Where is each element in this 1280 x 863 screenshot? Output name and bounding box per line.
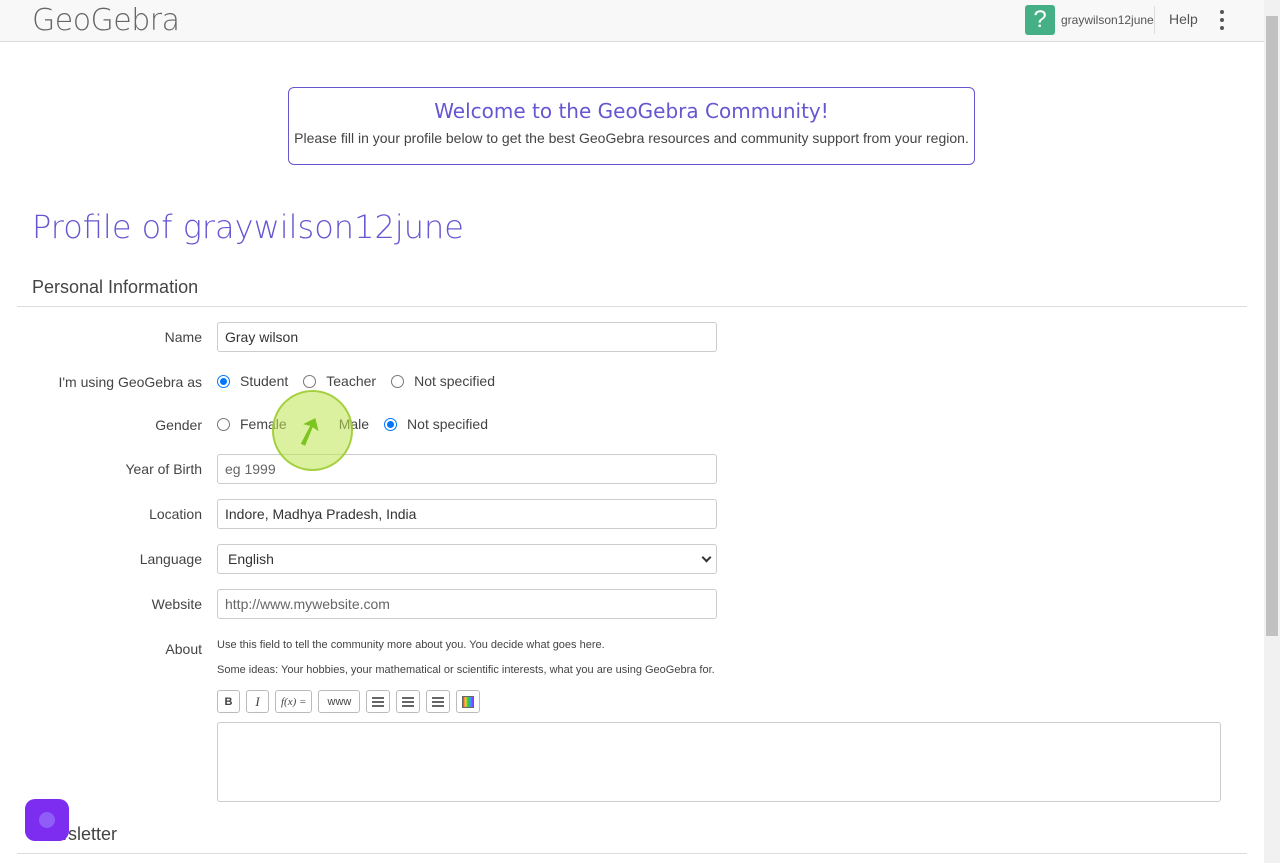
gender-radio-group: Female Male Not specified [217,416,503,432]
location-label: Location [149,506,202,522]
bold-button[interactable]: B [217,690,240,713]
color-palette-icon [462,695,475,708]
using-as-option-teacher[interactable]: Teacher [303,373,376,389]
about-hint-2: Some ideas: Your hobbies, your mathemati… [217,664,715,676]
bullet-list-button[interactable] [366,690,391,713]
gender-not-specified-radio[interactable] [384,417,398,431]
about-editor-toolbar: B I f(x) = www [217,690,481,713]
using-as-label: I'm using GeoGebra as [58,374,202,390]
scrollbar-thumb[interactable] [1266,16,1278,636]
chat-icon[interactable] [39,812,55,828]
name-field[interactable]: Gray wilson [217,322,717,352]
about-textarea[interactable] [217,722,1221,802]
using-as-option-not-specified[interactable]: Not specified [391,373,495,389]
header-divider [1154,6,1155,34]
name-label: Name [164,329,202,345]
top-header: GeoGebra ? graywilson12june Help [0,0,1264,42]
bullet-list-icon [372,696,385,707]
help-link[interactable]: Help [1169,11,1198,27]
female-radio[interactable] [217,417,230,431]
geogebra-logo[interactable]: GeoGebra [32,3,180,38]
numbered-list-button[interactable] [396,690,421,713]
using-as-option-student[interactable]: Student [217,373,288,389]
italic-button[interactable]: I [246,690,269,713]
location-field[interactable]: Indore, Madhya Pradesh, India [217,499,717,529]
website-field[interactable]: http://www.mywebsite.com [217,589,717,619]
formula-button[interactable]: f(x) = [275,690,313,713]
section-divider-newsletter [17,853,1247,854]
gender-not-specified-label[interactable]: Not specified [407,416,488,432]
teacher-radio[interactable] [303,374,317,388]
language-selected-value: English [228,551,274,567]
color-button[interactable] [456,690,481,713]
student-radio-label[interactable]: Student [240,373,288,389]
personal-information-heading: Personal Information [32,277,199,297]
numbered-list-icon [402,696,415,707]
more-menu-icon[interactable] [1213,8,1231,32]
teacher-radio-label[interactable]: Teacher [326,373,376,389]
gender-label: Gender [155,417,202,433]
username-link[interactable]: graywilson12june [1061,13,1154,27]
indent-list-icon [432,696,445,707]
about-hint-1: Use this field to tell the community mor… [217,639,605,651]
chevron-down-icon [701,552,712,563]
welcome-message: Please fill in your profile below to get… [294,130,969,146]
about-label: About [165,641,202,657]
page-title: Profile of graywilson12june [32,208,464,246]
indent-list-button[interactable] [426,690,451,713]
website-label: Website [151,596,202,612]
using-as-not-specified-radio[interactable] [391,374,405,388]
year-of-birth-label: Year of Birth [125,461,202,477]
using-as-radio-group: Student Teacher Not specified [217,373,510,389]
language-label: Language [139,551,202,567]
language-select[interactable]: English [217,544,717,574]
welcome-title: Welcome to the GeoGebra Community! [434,99,829,123]
gender-option-not-specified[interactable]: Not specified [384,416,488,432]
student-radio[interactable] [217,374,230,388]
using-as-not-specified-label[interactable]: Not specified [414,373,495,389]
link-button[interactable]: www [318,690,361,713]
section-divider [17,306,1247,307]
welcome-banner: Welcome to the GeoGebra Community! Pleas… [288,87,975,165]
question-icon[interactable]: ? [1025,5,1055,35]
